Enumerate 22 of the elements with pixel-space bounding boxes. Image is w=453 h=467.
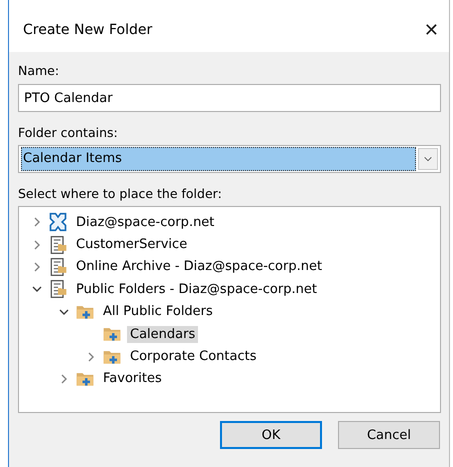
folder-type-dropdown[interactable]: Calendar Items	[18, 145, 441, 173]
tree-item[interactable]: Online Archive - Diaz@space-corp.net	[73, 258, 326, 276]
tree-item[interactable]: Calendars	[127, 326, 198, 343]
tree-item[interactable]: Favorites	[100, 370, 165, 388]
name-field[interactable]: PTO Calendar	[18, 84, 441, 112]
tree-item[interactable]: CustomerService	[73, 236, 190, 254]
document-folder-icon	[48, 234, 68, 255]
folder-contains-label: Folder contains:	[18, 124, 119, 142]
chevron-down-icon	[418, 148, 438, 170]
tree-item[interactable]: Public Folders - Diaz@space-corp.net	[73, 280, 320, 298]
document-folder-icon	[48, 279, 68, 300]
cancel-button[interactable]: Cancel	[338, 421, 440, 449]
window-title: Create New Folder	[23, 22, 152, 38]
document-folder-icon	[48, 256, 68, 277]
ok-button[interactable]: OK	[220, 421, 322, 449]
network-icon	[48, 212, 68, 232]
name-label: Name:	[18, 62, 60, 80]
tree-item[interactable]: Diaz@space-corp.net	[73, 214, 218, 231]
close-button[interactable]: ✕	[414, 20, 449, 40]
tree-item[interactable]: All Public Folders	[100, 303, 216, 320]
tree-item[interactable]: Corporate Contacts	[127, 348, 260, 366]
location-label: Select where to place the folder:	[18, 185, 223, 203]
